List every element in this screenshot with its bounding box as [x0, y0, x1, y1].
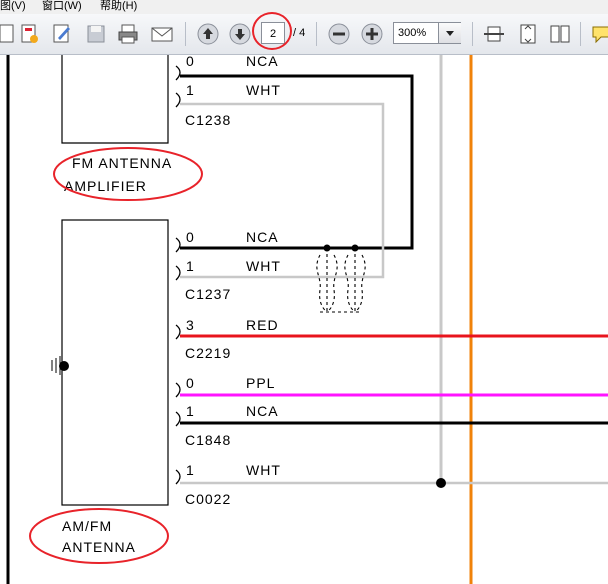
edit-icon[interactable] [50, 22, 74, 46]
print-icon[interactable] [116, 22, 140, 46]
connector-label: C1848 [185, 432, 231, 448]
pin-number: 1 [186, 82, 195, 98]
wiring-diagram: 0 NCA 1 WHT C1238 FM ANTENNA AMPLIFIER 0… [6, 55, 608, 584]
pin-number: 1 [186, 403, 195, 419]
fm-antenna-amplifier-box [61, 55, 169, 144]
pin-number: 1 [186, 258, 195, 274]
menu-window[interactable]: 窗口(W) [42, 0, 82, 12]
connector-label: C1237 [185, 286, 231, 302]
splice-dot [436, 478, 446, 488]
two-page-view-icon[interactable] [548, 22, 572, 46]
wire-color-label: NCA [246, 55, 279, 69]
connector-label: C0022 [185, 491, 231, 507]
pin-number: 0 [186, 229, 195, 245]
fit-width-icon[interactable] [482, 22, 506, 46]
component-label: ANTENNA [62, 539, 136, 555]
connector-pins [175, 65, 181, 485]
ground-junction-dot [59, 361, 69, 371]
toolbar-separator [185, 22, 186, 46]
zoom-out-icon[interactable] [327, 22, 351, 46]
wire-color-label: WHT [246, 462, 281, 478]
toolbar-separator [472, 22, 473, 46]
wire-color-label: PPL [246, 375, 275, 391]
menu-bar: 图(V) 窗口(W) 帮助(H) [0, 0, 608, 14]
document-icon[interactable] [0, 22, 18, 46]
am-fm-antenna-box [61, 219, 169, 506]
fit-page-icon[interactable] [516, 22, 540, 46]
wire-wht-loop [180, 102, 385, 279]
menu-help[interactable]: 帮助(H) [100, 0, 137, 12]
menu-view[interactable]: 图(V) [0, 0, 26, 12]
pin-number: 0 [186, 55, 195, 69]
wire-color-label: NCA [246, 403, 279, 419]
next-page-icon[interactable] [228, 22, 252, 46]
create-pdf-icon[interactable] [18, 22, 42, 46]
page-number-highlight [252, 12, 292, 50]
pin-number: 0 [186, 375, 195, 391]
page-total: / 4 [293, 27, 306, 39]
connector-label: C1238 [185, 112, 231, 128]
shield-icon [316, 248, 366, 313]
previous-page-icon[interactable] [196, 22, 220, 46]
toolbar-separator [580, 22, 581, 46]
component-label: FM ANTENNA [72, 155, 172, 171]
wire-color-label: RED [246, 317, 279, 333]
pin-number: 3 [186, 317, 195, 333]
save-icon[interactable] [84, 22, 108, 46]
wire-color-label: WHT [246, 258, 281, 274]
pin-number: 1 [186, 462, 195, 478]
toolbar-separator [316, 22, 317, 46]
wire-color-label: NCA [246, 229, 279, 245]
chevron-down-icon [446, 31, 454, 36]
zoom-dropdown-button[interactable] [438, 23, 461, 43]
wire-nca-loop [180, 74, 414, 250]
toolbar: 2 / 4 300% [0, 14, 608, 55]
connector-label: C2219 [185, 345, 231, 361]
comment-icon[interactable] [590, 22, 608, 46]
email-icon[interactable] [150, 22, 174, 46]
wire-color-label: WHT [246, 82, 281, 98]
zoom-in-icon[interactable] [360, 22, 384, 46]
component-label: AM/FM [62, 518, 112, 534]
